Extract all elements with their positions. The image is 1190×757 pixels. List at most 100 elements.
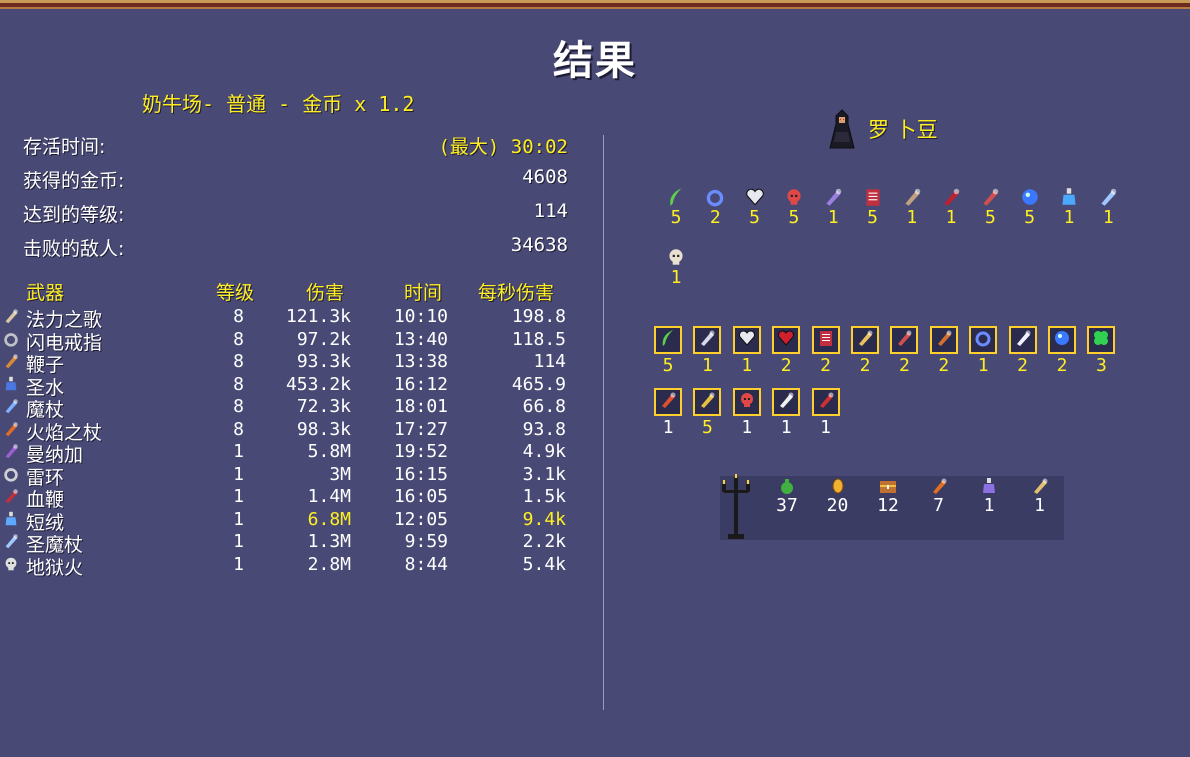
weapon-time: 10:10 (393, 306, 448, 327)
passive-item-slot: 1 (770, 388, 802, 438)
holy-wand-icon (1097, 186, 1119, 208)
table-row: 圣水 8 453.2k 16:12 465.9 (0, 373, 580, 399)
weapon-slot: 1 (895, 186, 929, 228)
passive-item-count: 1 (741, 417, 753, 438)
weapon-level: 1 (233, 463, 244, 485)
passive-item-count: 5 (662, 355, 674, 376)
weapon-time: 9:59 (404, 531, 448, 552)
passive-item-count: 2 (938, 355, 950, 376)
passive-item-count: 1 (741, 355, 753, 376)
passive-item-slot: 3 (1085, 326, 1117, 376)
pickup-item: 1 (969, 476, 1009, 516)
orb-icon (1052, 328, 1072, 352)
weapon-damage: 5.8M (307, 441, 351, 462)
weapon-damage: 2.8M (307, 553, 351, 575)
passive-item-slot: 2 (1046, 326, 1078, 376)
weapon-dps: 3.1k (522, 463, 566, 485)
orb-icon (1019, 186, 1041, 208)
weapon-damage: 121.3k (285, 306, 351, 327)
character-name: 罗 卜豆 (868, 118, 938, 142)
passive-item-slot: 2 (849, 326, 881, 376)
flask-icon (2, 510, 20, 528)
potion-icon (1058, 186, 1080, 208)
stat-value-survival: (最大) 30:02 (438, 132, 568, 159)
weapon-level: 8 (233, 373, 244, 395)
weapon-dps: 66.8 (522, 396, 566, 417)
weapon-damage: 1.4M (307, 486, 351, 507)
passive-item-count: 1 (662, 417, 674, 438)
weapon-level: 1 (233, 531, 244, 552)
weapon-level: 8 (233, 396, 244, 417)
weapon-time: 17:27 (393, 418, 448, 440)
weapon-slot-count: 1 (670, 267, 682, 288)
passive-item-slot: 1 (652, 388, 684, 438)
header-level: 等级 (216, 282, 255, 304)
weapon-time: 18:01 (393, 396, 448, 417)
weapon-level: 8 (233, 328, 244, 350)
weapon-slot: 1 (816, 186, 850, 228)
clock-icon (901, 186, 923, 208)
pickup-item: 20 (818, 476, 858, 516)
book-icon (862, 186, 884, 208)
weapon-slot: 5 (973, 186, 1007, 228)
magic-potion-icon (979, 476, 999, 496)
pickup-item: 12 (868, 476, 908, 516)
weapon-slot: 2 (698, 186, 732, 228)
weapon-slot-count: 5 (1024, 207, 1036, 228)
dice-icon (776, 390, 796, 414)
weapon-slot: 1 (1091, 186, 1125, 228)
weapon-slot: 1 (934, 186, 968, 228)
heart-icon (737, 328, 757, 352)
holy-wand-icon (2, 532, 20, 550)
passive-item-count: 5 (701, 417, 713, 438)
weapon-damage: 93.3k (296, 351, 351, 372)
treasure-chest-icon (878, 476, 898, 496)
candelabra-icon (855, 328, 875, 352)
weapon-time: 12:05 (393, 508, 448, 530)
skull-red-icon (737, 390, 757, 414)
header-weapon: 武器 (26, 282, 65, 304)
weapon-slot-count: 1 (827, 207, 839, 228)
weapon-slot: 5 (738, 186, 772, 228)
passive-item-count: 2 (1056, 355, 1068, 376)
money-bag-icon (777, 476, 797, 496)
pickup-count: 1 (983, 495, 995, 516)
weapon-dps: 9.4k (522, 508, 566, 530)
passive-item-slot: 5 (691, 388, 723, 438)
passive-item-slot: 2 (770, 326, 802, 376)
weapon-time: 16:05 (393, 486, 448, 507)
stage-info: 奶牛场- 普通 - 金币 x 1.2 (142, 92, 415, 116)
weapon-dps: 198.8 (511, 306, 566, 327)
weapon-slot-count: 5 (670, 207, 682, 228)
table-row: 地狱火 1 2.8M 8:44 5.4k (0, 553, 580, 579)
passive-item-slot: 2 (810, 326, 842, 376)
skull-icon (665, 246, 687, 268)
weapon-time: 19:52 (393, 441, 448, 462)
feather-icon (658, 328, 678, 352)
weapon-damage: 3M (329, 463, 351, 485)
table-row: 法力之歌 8 121.3k 10:10 198.8 (0, 305, 580, 331)
red-whip-icon (940, 186, 962, 208)
weapon-time: 16:15 (393, 463, 448, 485)
stat-label-gold: 获得的金币: (23, 170, 125, 192)
scroll-icon (2, 307, 20, 325)
weapon-slot: 5 (1013, 186, 1047, 228)
weapon-damage: 453.2k (285, 373, 351, 395)
stat-value-kills: 34638 (510, 234, 568, 256)
table-row: 闪电戒指 8 97.2k 13:40 118.5 (0, 328, 580, 354)
weapon-damage: 98.3k (296, 418, 351, 440)
header-time: 时间 (404, 282, 443, 304)
weapon-level: 8 (233, 418, 244, 440)
wand-star-icon (822, 186, 844, 208)
pickup-count: 12 (877, 495, 899, 516)
top-border (0, 0, 1190, 9)
header-dps: 每秒伤害 (478, 282, 555, 304)
passive-item-count: 2 (1017, 355, 1029, 376)
passive-item-slot: 2 (1007, 326, 1039, 376)
weapon-damage: 1.3M (307, 531, 351, 552)
passive-item-count: 1 (701, 355, 713, 376)
weapon-slot-count: 1 (1102, 207, 1114, 228)
weapon-slot-count: 1 (906, 207, 918, 228)
weapon-dps: 114 (533, 351, 566, 372)
hooded-figure-icon (826, 108, 858, 152)
